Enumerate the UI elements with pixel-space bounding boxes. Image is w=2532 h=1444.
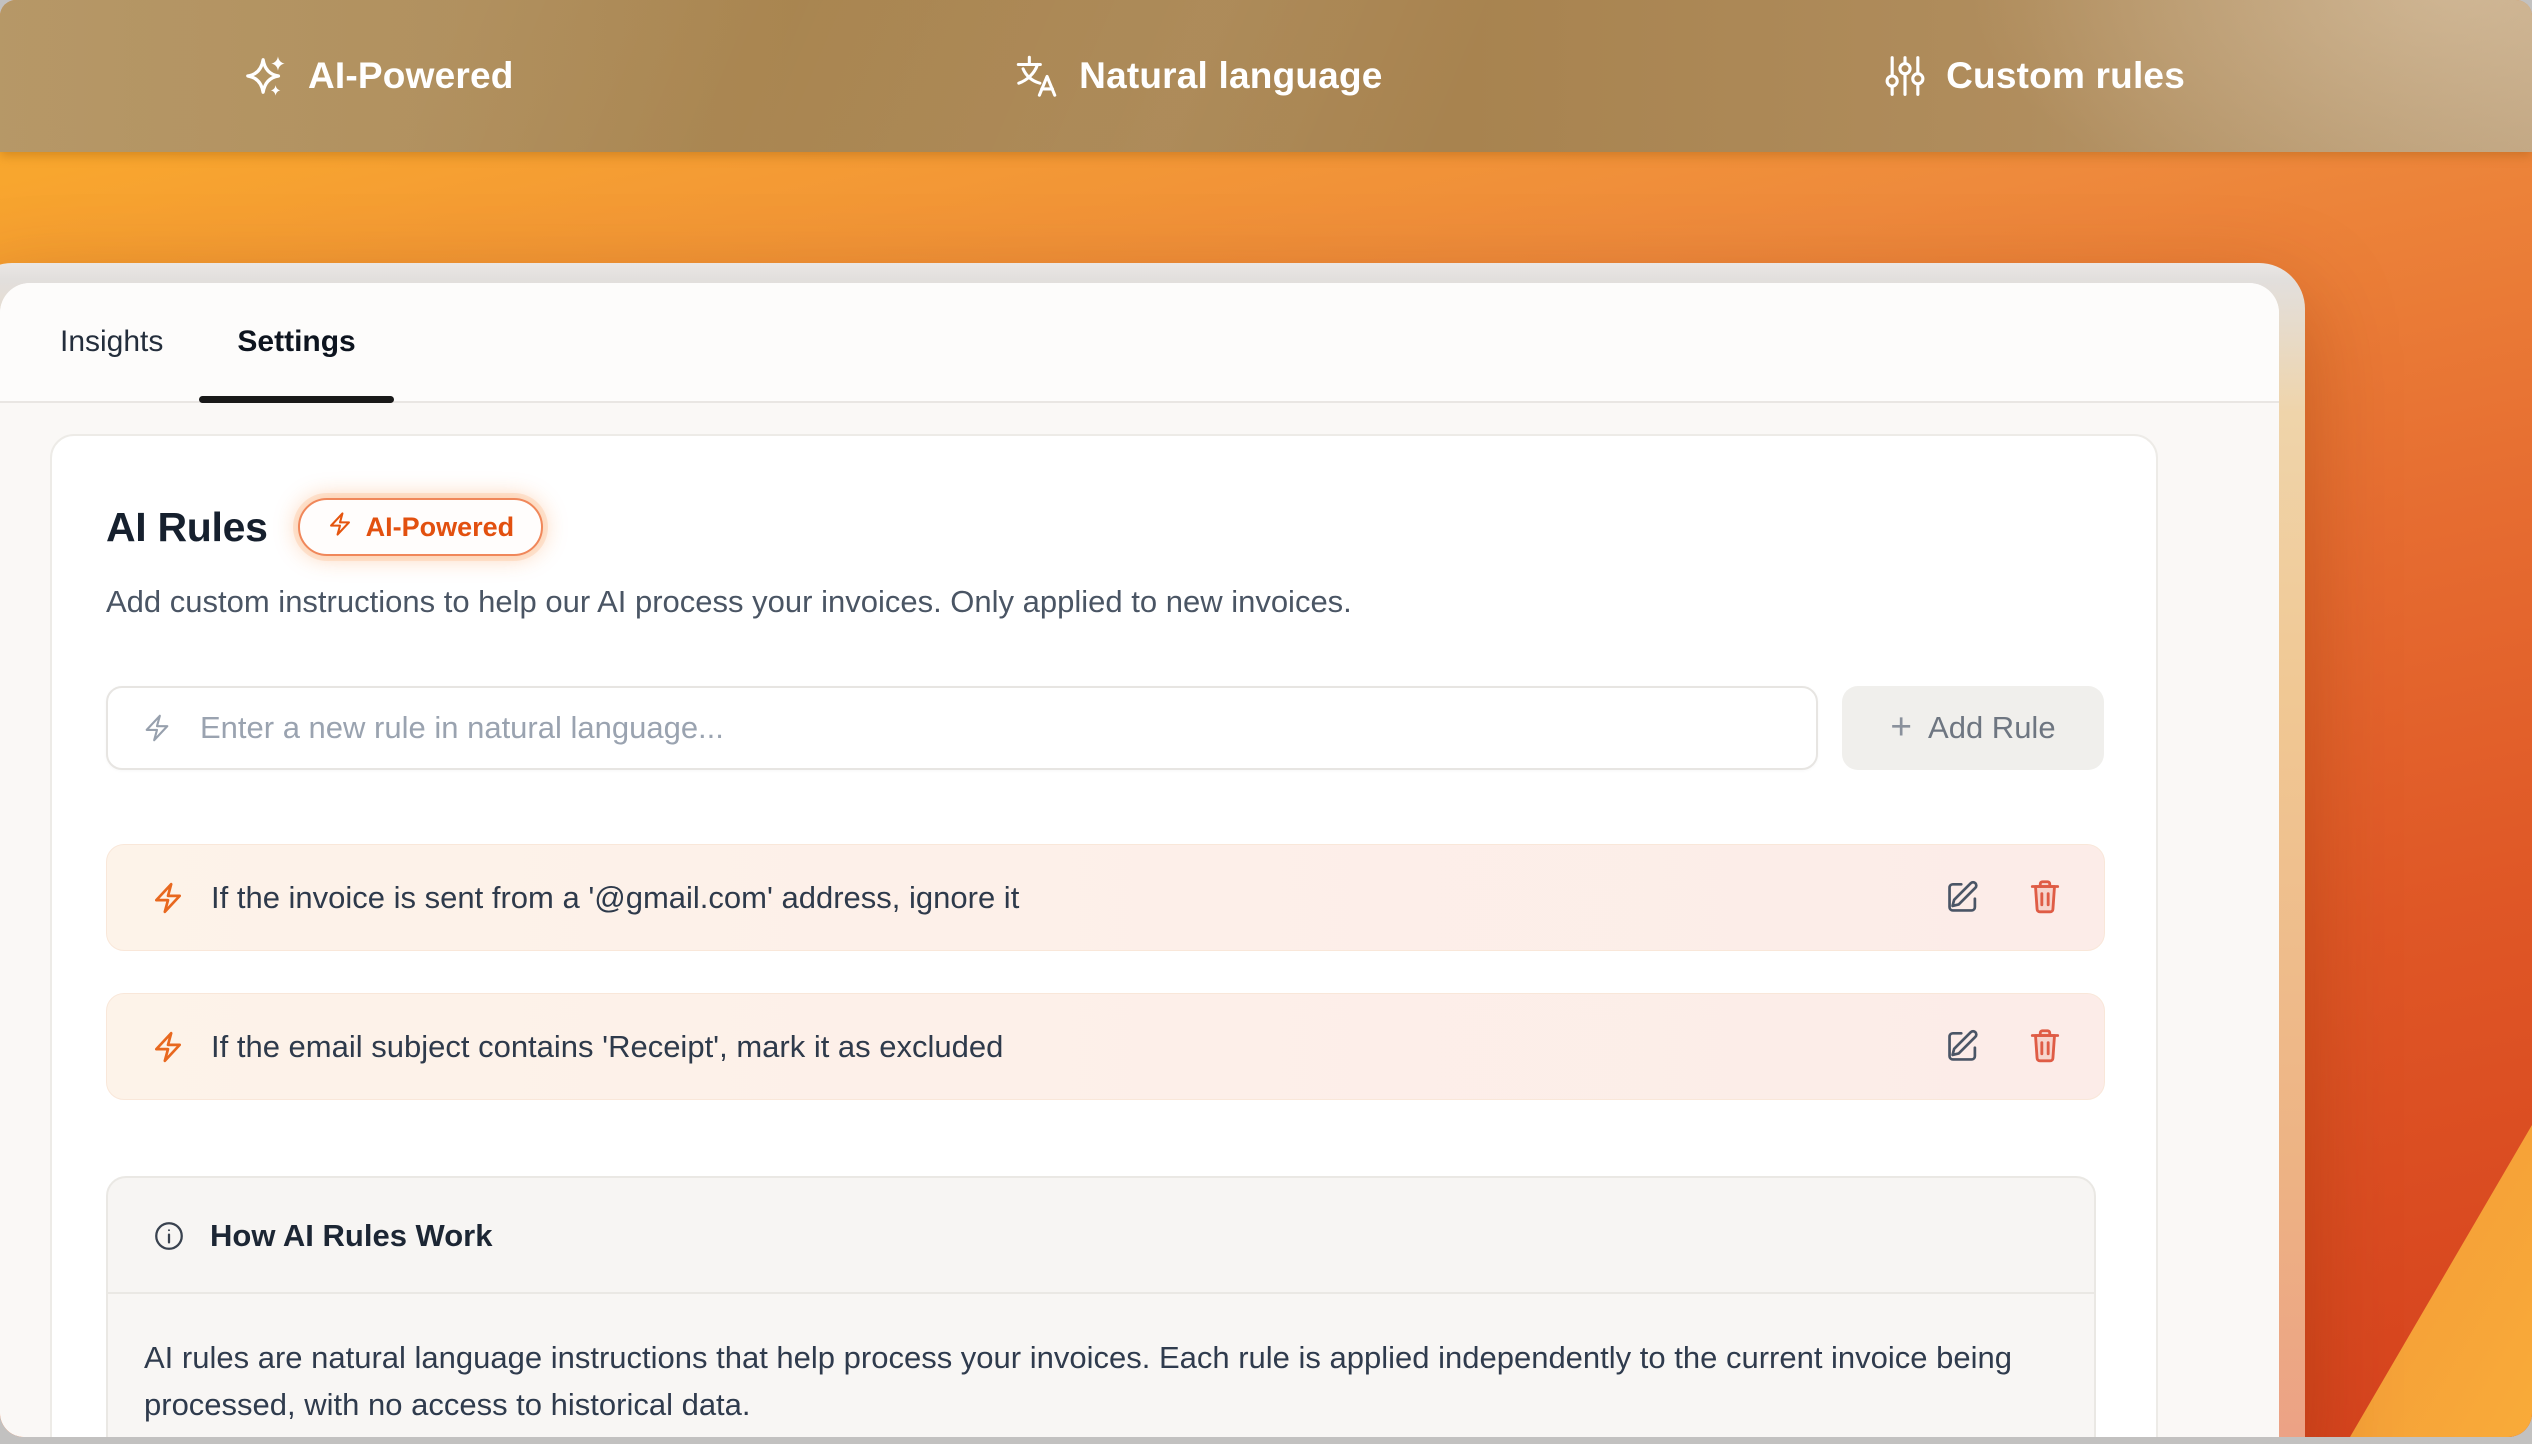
new-rule-row: + Add Rule — [106, 686, 2104, 770]
delete-rule-button[interactable] — [2026, 1026, 2064, 1067]
tab-label: Settings — [237, 325, 355, 359]
rule-row: If the invoice is sent from a '@gmail.co… — [106, 844, 2105, 951]
app-frame: AI-Powered Natural language — [0, 0, 2532, 1437]
trash-icon — [2026, 877, 2064, 918]
sliders-icon — [1883, 54, 1927, 98]
pencil-square-icon — [1944, 877, 1982, 918]
info-box-body: AI rules are natural language instructio… — [108, 1294, 2094, 1437]
bolt-icon — [327, 511, 353, 544]
edit-rule-button[interactable] — [1944, 877, 1982, 918]
rule-text: If the invoice is sent from a '@gmail.co… — [211, 880, 1944, 916]
card-description: Add custom instructions to help our AI p… — [106, 584, 2104, 620]
bolt-icon — [142, 713, 172, 743]
translate-icon — [1014, 53, 1060, 99]
page-title: AI Rules — [106, 504, 268, 551]
edit-rule-button[interactable] — [1944, 1026, 1982, 1067]
add-rule-label: Add Rule — [1928, 710, 2056, 746]
tab-bar: Insights Settings — [0, 283, 2279, 403]
app-window: Insights Settings AI Rules — [0, 263, 2305, 1437]
feature-label: Custom rules — [1946, 55, 2185, 97]
add-rule-button[interactable]: + Add Rule — [1842, 686, 2104, 770]
rule-input[interactable] — [198, 709, 1786, 747]
ai-powered-badge: AI-Powered — [298, 498, 544, 556]
feature-natural-language: Natural language — [1014, 53, 1382, 99]
feature-custom-rules: Custom rules — [1883, 54, 2185, 98]
info-icon — [152, 1219, 186, 1253]
settings-panel: AI Rules AI-Powered Add custom instructi… — [0, 403, 2279, 1437]
rule-input-container — [106, 686, 1818, 770]
bolt-icon — [151, 1030, 185, 1064]
window-content: Insights Settings AI Rules — [0, 283, 2279, 1437]
pencil-square-icon — [1944, 1026, 1982, 1067]
delete-rule-button[interactable] — [2026, 877, 2064, 918]
rules-list: If the invoice is sent from a '@gmail.co… — [106, 844, 2105, 1100]
active-tab-underline — [199, 396, 393, 403]
badge-label: AI-Powered — [366, 512, 515, 543]
tab-settings[interactable]: Settings — [237, 283, 355, 401]
info-box-title: How AI Rules Work — [210, 1218, 492, 1254]
ai-rules-card: AI Rules AI-Powered Add custom instructi… — [50, 434, 2158, 1437]
feature-bar: AI-Powered Natural language — [0, 0, 2532, 152]
plus-icon: + — [1890, 708, 1912, 745]
feature-label: Natural language — [1079, 55, 1382, 97]
trash-icon — [2026, 1026, 2064, 1067]
how-ai-rules-work-box: How AI Rules Work AI rules are natural l… — [106, 1176, 2096, 1437]
bolt-icon — [151, 881, 185, 915]
rule-text: If the email subject contains 'Receipt',… — [211, 1029, 1944, 1065]
tab-insights[interactable]: Insights — [60, 283, 163, 401]
feature-label: AI-Powered — [308, 55, 514, 97]
card-header: AI Rules AI-Powered — [106, 498, 2104, 556]
info-box-header: How AI Rules Work — [108, 1178, 2094, 1294]
wallpaper-wedge — [2350, 1125, 2532, 1437]
sparkles-icon — [243, 53, 289, 99]
tab-label: Insights — [60, 325, 163, 359]
rule-row: If the email subject contains 'Receipt',… — [106, 993, 2105, 1100]
feature-ai-powered: AI-Powered — [243, 53, 514, 99]
